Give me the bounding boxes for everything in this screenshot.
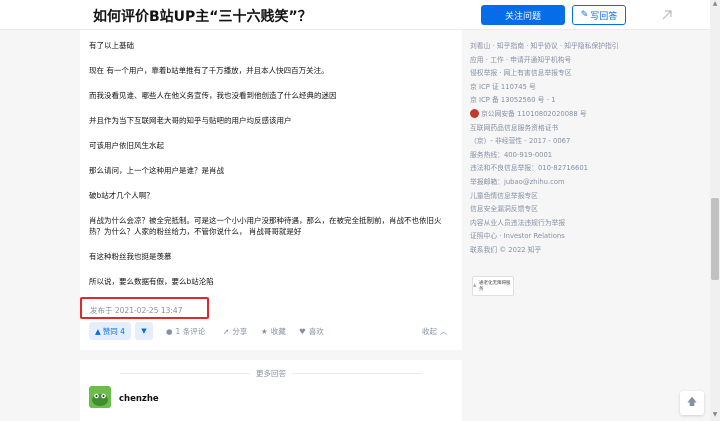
- triangle-down-icon: ▼: [141, 327, 147, 335]
- pencil-icon: ✎: [580, 10, 589, 20]
- accessibility-label: 通老化无障碍服务: [479, 281, 511, 292]
- share-label: 分享: [232, 326, 248, 336]
- accessibility-icon: ♿: [473, 283, 478, 289]
- drug-info-number: （京）- 非经营性 - 2017 - 0067: [470, 137, 571, 146]
- answer-content: 有了以上基础 现在 有一个用户，靠着b站单推有了千万播放，并且本人快四百万关注。…: [89, 40, 454, 291]
- service-hotline: 服务热线：400-919-0001: [470, 150, 553, 159]
- answer-paragraph: 肖战为什么会凉？被全完抵制。可是这一个小小用户没那种待遇，那么，在被完全抵制前，…: [89, 216, 442, 236]
- more-options-icon[interactable]: [660, 8, 674, 22]
- arrow-up-icon: 🡅: [686, 396, 698, 408]
- scroll-down-icon[interactable]: ▼: [711, 411, 719, 421]
- share-button[interactable]: ➚ 分享: [223, 322, 247, 340]
- sidebar-links[interactable]: 侵权举报 · 网上有害信息举报专区: [470, 67, 705, 81]
- report-email: 举报邮箱：jubao@zhihu.com: [470, 177, 565, 186]
- police-record-label: 京公网安备 11010802020088 号: [481, 109, 587, 118]
- sidebar-footer: 刘看山 · 知乎指南 · 知乎协议 · 知乎隐私保护指引 应用 · 工作 · 申…: [470, 40, 705, 258]
- star-icon: ★: [261, 326, 268, 336]
- sidebar-links[interactable]: 刘看山 · 知乎指南 · 知乎协议 · 知乎隐私保护指引: [470, 40, 705, 54]
- question-title[interactable]: 如何评价B站UP主“三十六贱笑”？: [93, 6, 312, 26]
- top-header: 如何评价B站UP主“三十六贱笑”？ 关注问题 ✎ 写回答: [0, 0, 720, 30]
- icp-license[interactable]: 京 ICP 证 110745 号: [470, 81, 705, 95]
- favorite-label: 收藏: [270, 326, 286, 336]
- more-answers-section: 更多回答 chenzhe: [80, 360, 462, 421]
- chevron-up-icon: ︿: [440, 326, 448, 336]
- drug-info-cert[interactable]: 互联网药品信息服务资格证书: [470, 122, 705, 136]
- write-answer-label: 写回答: [590, 11, 618, 22]
- author-name[interactable]: chenzhe: [119, 394, 159, 404]
- answer-paragraph: 所以说，要么数据有假，要么b站沦陷: [89, 277, 214, 286]
- triangle-up-icon: ▲: [95, 326, 101, 336]
- comments-label: 1 条评论: [175, 326, 206, 336]
- vote-up-button[interactable]: ▲ 赞同 4: [89, 322, 131, 340]
- contact-copyright[interactable]: 联系我们 © 2022 知乎: [470, 244, 705, 258]
- cert-center-link[interactable]: 证照中心 · Investor Relations: [470, 230, 705, 244]
- vote-down-button[interactable]: ▼: [135, 322, 153, 340]
- sidebar-links[interactable]: 应用 · 工作 · 申请开通知乎机构号: [470, 54, 705, 68]
- avatar[interactable]: [89, 386, 111, 408]
- answer-paragraph: 而我没看见谁、哪些人在他义务宣传，我也没看到他创造了什么经典的迷因: [89, 91, 337, 100]
- answer-action-bar: ▲ 赞同 4 ▼ ● 1 条评论 ➚ 分享 ★ 收藏 ♥ 喜欢 收起 ︿: [80, 322, 462, 350]
- report-hotline: 违法和不良信息举报：010-82716601: [470, 164, 588, 173]
- child-report-link[interactable]: 儿童色情信息举报专区: [470, 190, 705, 204]
- icp-record[interactable]: 京 ICP 备 13052560 号 - 1: [470, 94, 705, 108]
- vote-up-label: 赞同 4: [102, 326, 125, 336]
- security-feedback-link[interactable]: 信息安全漏洞反馈专区: [470, 203, 705, 217]
- collapse-label: 收起: [422, 326, 437, 336]
- write-answer-button[interactable]: ✎ 写回答: [572, 5, 626, 25]
- answer-paragraph: 破b站才几个人啊？: [89, 191, 154, 200]
- back-to-top-button[interactable]: 🡅: [680, 391, 704, 415]
- follow-question-button[interactable]: 关注问题: [481, 5, 565, 25]
- collapse-button[interactable]: 收起 ︿: [422, 322, 448, 340]
- answer-paragraph: 并且作为当下互联网老大哥的知乎与贴吧的用户均反感该用户: [89, 116, 292, 125]
- divider-right: [292, 373, 422, 374]
- comment-icon: ●: [166, 326, 173, 336]
- comments-button[interactable]: ● 1 条评论: [166, 322, 205, 340]
- answer-paragraph: 那么请问，上一个这种用户是谁？是肖战: [89, 166, 224, 175]
- like-button[interactable]: ♥ 喜欢: [299, 322, 324, 340]
- police-badge-icon: [470, 109, 479, 119]
- scrollbar-thumb[interactable]: [711, 198, 719, 280]
- heart-icon: ♥: [299, 326, 306, 336]
- page-scrollbar[interactable]: ▲ ▼: [710, 0, 720, 421]
- answer-paragraph: 有这种粉丝我也挺是羡慕: [89, 252, 172, 261]
- like-label: 喜欢: [308, 326, 324, 336]
- answer-paragraph: 可该用户依旧风生水起: [89, 141, 164, 150]
- answer-paragraph: 现在 有一个用户，靠着b站单推有了千万播放，并且本人快四百万关注。: [89, 66, 329, 75]
- favorite-button[interactable]: ★ 收藏: [261, 322, 286, 340]
- share-icon: ➚: [223, 326, 230, 336]
- highlight-annotation: [80, 297, 209, 319]
- police-record[interactable]: 京公网安备 11010802020088 号: [470, 108, 705, 122]
- scroll-up-icon[interactable]: ▲: [711, 0, 719, 10]
- staff-report-link[interactable]: 内容从业人员违法违规行为举报: [470, 217, 705, 231]
- answer-paragraph: 有了以上基础: [89, 41, 134, 50]
- accessibility-badge[interactable]: ♿ 通老化无障碍服务: [472, 276, 514, 296]
